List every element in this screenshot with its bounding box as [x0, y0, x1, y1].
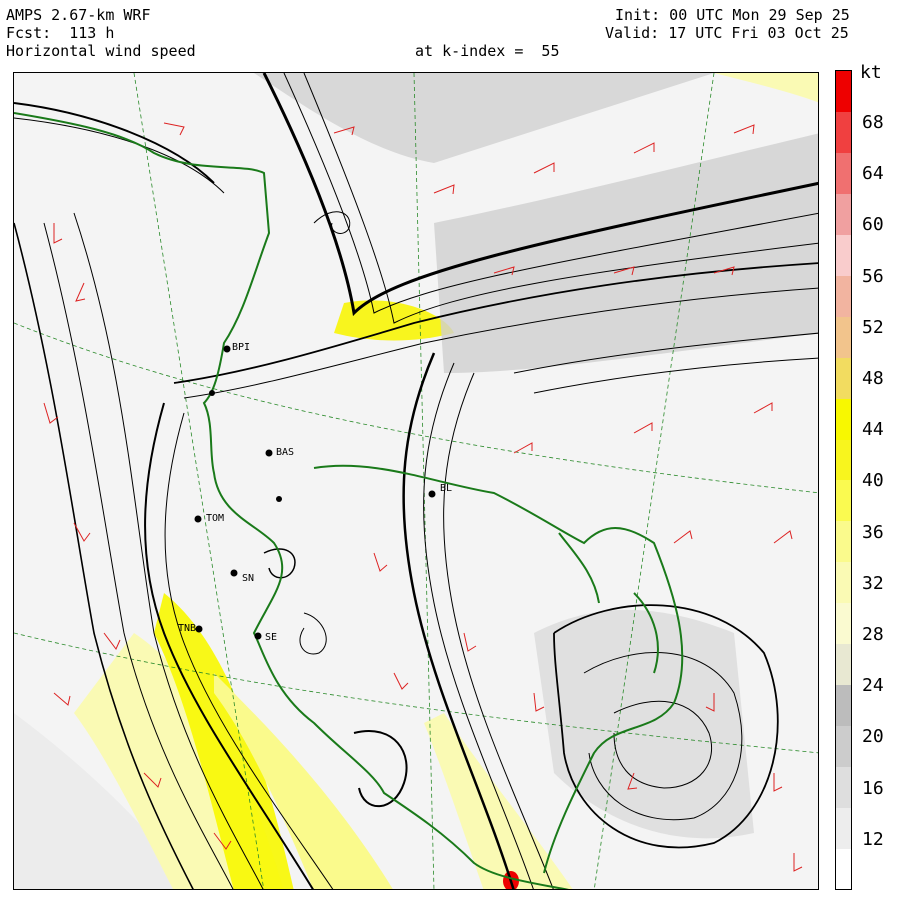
svg-text:SE: SE: [265, 632, 277, 643]
colorbar-segment: [836, 602, 851, 645]
init-time: Init: 00 UTC Mon 29 Sep 25: [615, 6, 850, 24]
station-tom[interactable]: TOM: [194, 513, 225, 524]
colorbar-segment: [836, 71, 851, 113]
colorbar-segment: [836, 193, 851, 236]
colorbar-segment: [836, 561, 851, 604]
station-sn[interactable]: SN: [230, 569, 255, 585]
colorbar-segment: [836, 152, 851, 195]
svg-text:BL: BL: [440, 483, 452, 494]
colorbar-tick-label: 16: [862, 777, 884, 799]
colorbar-segment: [836, 725, 851, 767]
field-name: Horizontal wind speed: [6, 42, 196, 60]
colorbar-tick-label: 32: [862, 572, 884, 594]
colorbar-tick-label: 52: [862, 316, 884, 338]
svg-text:TOM: TOM: [206, 513, 224, 524]
colorbar-tick-label: 24: [862, 675, 884, 697]
colorbar-segment: [836, 398, 851, 440]
colorbar-segment: [836, 848, 851, 890]
colorbar-segment: [836, 111, 851, 154]
station-dot: [276, 496, 282, 502]
colorbar-segment: [836, 643, 851, 685]
colorbar-tick-label: 60: [862, 214, 884, 236]
colorbar-tick-label: 68: [862, 112, 884, 133]
svg-text:BAS: BAS: [276, 447, 294, 458]
colorbar-segment: [836, 234, 851, 276]
model-title: AMPS 2.67-km WRF: [6, 6, 151, 24]
svg-text:BPI: BPI: [232, 342, 250, 353]
valid-time: Valid: 17 UTC Fri 03 Oct 25: [605, 24, 849, 42]
wind-speed-map: BPI BAS BL TOM SN TNB SE: [13, 72, 819, 890]
station-bpi[interactable]: BPI: [223, 342, 251, 353]
colorbar-segment: [836, 316, 851, 358]
colorbar-segment: [836, 480, 851, 522]
colorbar-tick-label: 40: [862, 470, 884, 492]
station-dot: [209, 390, 215, 396]
colorbar-unit: kt: [860, 62, 882, 83]
colorbar-tick-label: 36: [862, 521, 884, 543]
colorbar-tick-label: 12: [862, 828, 884, 850]
colorbar-segment: [836, 439, 851, 481]
colorbar-tick-label: 28: [862, 624, 884, 645]
station-tnb[interactable]: TNB: [178, 623, 203, 634]
level-label: at k-index = 55: [415, 42, 560, 60]
colorbar-segment: [836, 807, 851, 849]
colorbar-segment: [836, 357, 851, 399]
colorbar-tick-label: 56: [862, 265, 884, 287]
speed-shading: [14, 73, 818, 889]
colorbar-segment: [836, 275, 851, 317]
colorbar-tick-label: 64: [862, 163, 884, 185]
station-bas[interactable]: BAS: [265, 447, 295, 458]
svg-text:TNB: TNB: [178, 623, 196, 634]
station-bl[interactable]: BL: [428, 483, 453, 498]
colorbar-segment: [836, 684, 851, 726]
forecast-hour: Fcst: 113 h: [6, 24, 115, 42]
colorbar-tick-label: 20: [862, 726, 884, 748]
colorbar-tick-label: 44: [862, 419, 884, 441]
colorbar-segment: [836, 766, 851, 808]
colorbar-segment: [836, 520, 851, 563]
map-canvas: BPI BAS BL TOM SN TNB SE: [14, 73, 818, 889]
svg-text:SN: SN: [242, 573, 254, 584]
colorbar-tick-label: 48: [862, 368, 884, 389]
speed-colorbar: [835, 70, 852, 890]
